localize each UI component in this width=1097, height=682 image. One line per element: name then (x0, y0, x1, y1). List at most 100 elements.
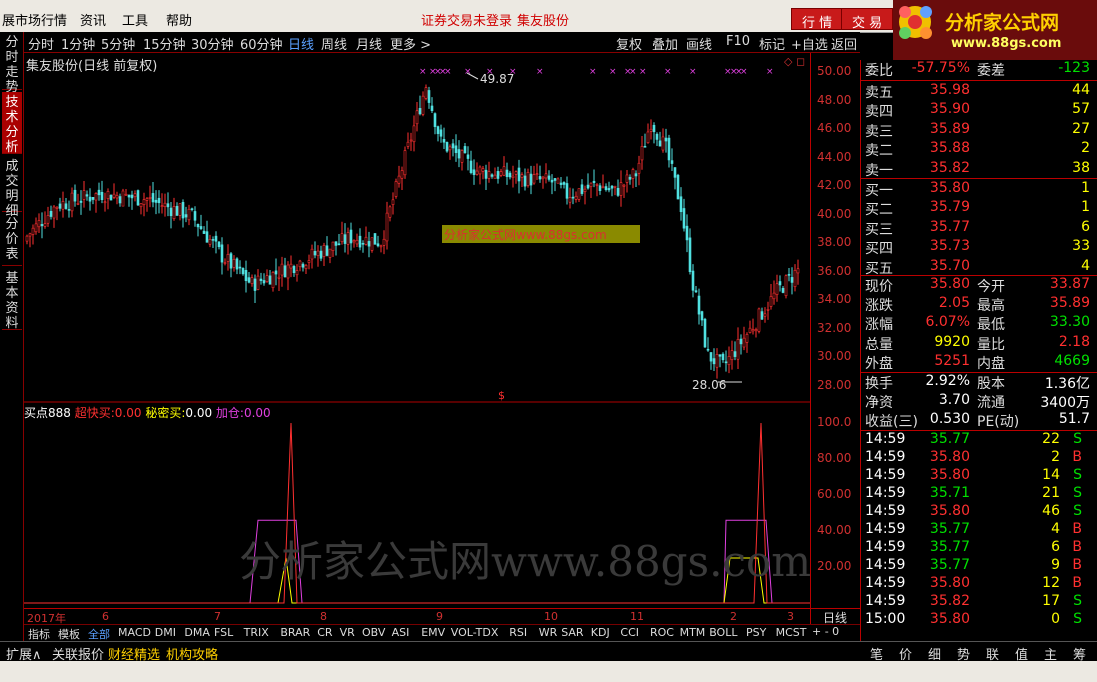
quote-panel: 委比 -57.75% 委差 -123 卖五 35.98 44 卖四 35.90 57 卖三 35.89… (860, 60, 1097, 660)
indicator-tab[interactable]: FSL (214, 626, 233, 639)
stat-row-label-2: 最低 (977, 317, 1005, 334)
candle-body (175, 205, 179, 216)
candle-body (496, 171, 500, 179)
indicator-tab[interactable]: VOL-TDX (451, 626, 499, 639)
indicator-tab[interactable]: 全部 (88, 626, 110, 642)
indicator-tab[interactable]: ROC (650, 626, 674, 639)
tf-intraday[interactable]: 分时 (28, 34, 54, 53)
trade-button[interactable]: 交 易 (841, 8, 894, 31)
tool-adjust[interactable]: 复权 (616, 34, 642, 53)
tool-add-favorite[interactable]: +自选 (791, 34, 828, 53)
indicator-tab[interactable]: PSY (746, 626, 766, 639)
tf-30min[interactable]: 30分钟 (191, 34, 234, 53)
candle-body (631, 169, 635, 179)
candle-body (667, 137, 671, 161)
indicator-tab[interactable]: EMV (421, 626, 445, 639)
indicator-tab[interactable]: SAR (561, 626, 583, 639)
y-tick-label: 42.00 (817, 178, 852, 192)
tick-time: 14:59 (865, 503, 906, 519)
login-status[interactable]: 证券交易未登录 (421, 10, 512, 29)
chart-title-marks: ◇ ◻ (784, 55, 806, 68)
buy-price: 35.77 (929, 218, 970, 235)
tf-5min[interactable]: 5分钟 (101, 34, 135, 53)
candle-body (715, 354, 719, 368)
candle-body (271, 272, 275, 289)
candle-body (79, 200, 83, 203)
indicator-tab[interactable]: DMA (184, 626, 210, 639)
indicator-tab[interactable]: CCI (620, 626, 639, 639)
candle-body (478, 166, 482, 175)
tool-overlay[interactable]: 叠加 (652, 34, 678, 53)
fundamental-row: 净资 3.70 流通 3400万 (865, 392, 1090, 411)
indicator-tab[interactable]: MCST (776, 626, 807, 639)
tf-monthly[interactable]: 月线 (356, 34, 382, 53)
candle-body (238, 266, 242, 269)
indicator-tab[interactable]: WR (539, 626, 558, 639)
tab-intraday[interactable]: 分时走势 (2, 32, 22, 95)
period-control[interactable]: + - 0 (812, 625, 839, 638)
brand-logo: 分析家公式网 www.88gs.com (893, 0, 1097, 60)
signal-cross-mark: × (444, 67, 452, 77)
chart-area[interactable]: × × × × × × × × × × × × × × × × × × × × × 集友股份(日线 前复权) ◇ ◻ 分… (24, 53, 811, 608)
indicator-tab[interactable]: BRAR (280, 626, 310, 639)
tool-back[interactable]: 返回 (831, 34, 857, 53)
buy-label: 买三 (865, 221, 893, 238)
x-axis: 2017年 6 7 8 9 10 11 2 3 (24, 608, 810, 625)
tab-fundamentals[interactable]: 基本资料 (2, 268, 22, 331)
candle-body (628, 176, 632, 180)
candle-body (133, 193, 137, 198)
candle-body (781, 287, 785, 293)
candle-body (37, 220, 41, 228)
tab-deals[interactable]: 成交明细 (2, 156, 22, 219)
candle-body (157, 197, 161, 204)
indicator-tab[interactable]: 模板 (58, 626, 80, 642)
candle-body (178, 203, 182, 216)
sell-volume: 27 (1072, 120, 1090, 137)
tf-weekly[interactable]: 周线 (321, 34, 347, 53)
buy-volume: 4 (1081, 257, 1090, 274)
candle-body (307, 260, 311, 263)
candle-body (289, 263, 293, 269)
candle-body (739, 338, 743, 345)
tf-daily[interactable]: 日线 (288, 34, 314, 53)
stat-row-value: 6.07% (925, 314, 970, 331)
indicator-tab[interactable]: VR (340, 626, 355, 639)
menu-news[interactable]: 资讯 (80, 10, 106, 29)
kline-chart[interactable]: × ×××× × × × × × × ×× × × × ×××× × (24, 53, 810, 608)
y-tick-label: 36.00 (817, 264, 852, 278)
candle-body (643, 145, 647, 148)
candle-body (82, 190, 86, 200)
candle-body (610, 185, 614, 189)
tool-f10[interactable]: F10 (726, 34, 750, 49)
tool-mark[interactable]: 标记 (759, 34, 785, 53)
indicator-tab[interactable]: MTM (680, 626, 706, 639)
menu-market[interactable]: 展市场行情 (2, 10, 67, 29)
candle-body (154, 199, 158, 203)
indicator-tab[interactable]: KDJ (591, 626, 610, 639)
indicator-tab[interactable]: DMI (155, 626, 176, 639)
indicator-tab[interactable]: RSI (509, 626, 527, 639)
tf-1min[interactable]: 1分钟 (61, 34, 95, 53)
candle-body (736, 339, 740, 360)
candle-body (463, 146, 467, 154)
quote-button[interactable]: 行 情 (791, 8, 844, 31)
tab-price-table[interactable]: 分价表 (2, 214, 22, 266)
tab-technical[interactable]: 技术分析 (2, 92, 22, 155)
tool-draw[interactable]: 画线 (686, 34, 712, 53)
indicator-tab[interactable]: MACD (118, 626, 151, 639)
sell-label: 卖五 (865, 85, 893, 101)
indicator-tab[interactable]: OBV (362, 626, 385, 639)
tick-time: 15:00 (865, 611, 906, 627)
indicator-tab[interactable]: TRIX (244, 626, 269, 639)
indicator-tab[interactable]: BOLL (709, 626, 737, 639)
menu-tools[interactable]: 工具 (122, 10, 148, 29)
indicator-tab[interactable]: 指标 (28, 626, 50, 642)
tf-60min[interactable]: 60分钟 (240, 34, 283, 53)
menu-help[interactable]: 帮助 (166, 10, 192, 29)
indicator-tab[interactable]: ASI (392, 626, 410, 639)
tf-more[interactable]: 更多 > (390, 34, 431, 53)
candle-body (73, 189, 77, 202)
tf-15min[interactable]: 15分钟 (143, 34, 186, 53)
indicator-tab[interactable]: CR (317, 626, 332, 639)
candle-body (727, 356, 731, 366)
